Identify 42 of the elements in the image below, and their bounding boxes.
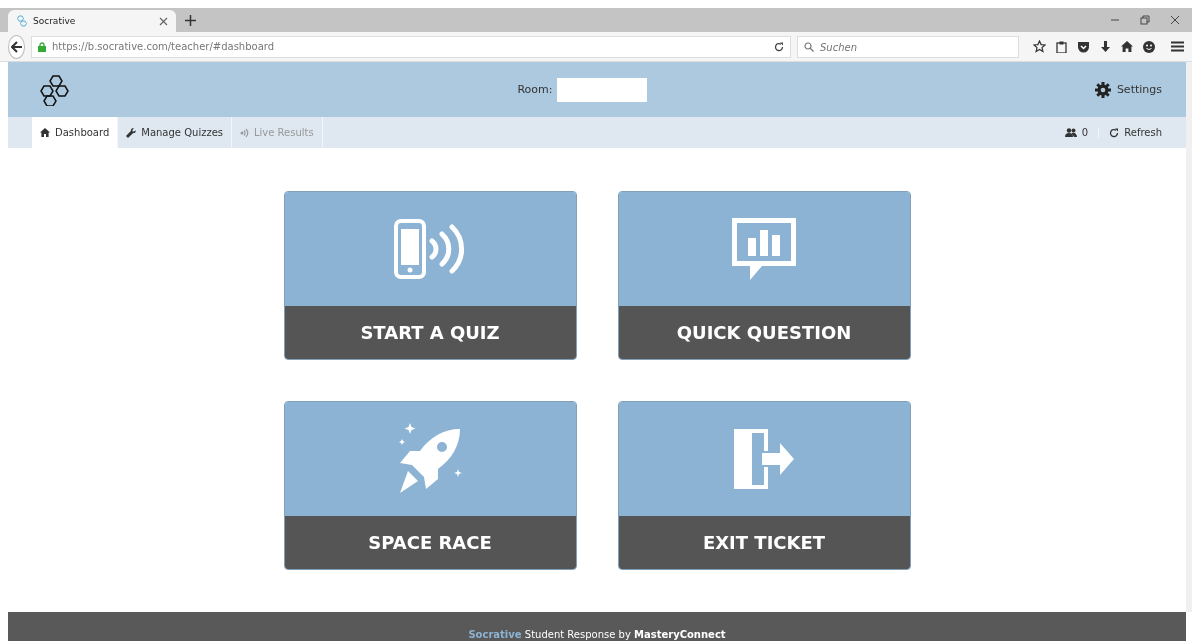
back-arrow-icon bbox=[10, 40, 23, 53]
browser-tab[interactable]: Socrative bbox=[8, 10, 176, 32]
search-field[interactable]: Suchen bbox=[797, 36, 1019, 58]
phone-signal-icon bbox=[394, 219, 466, 279]
home-icon bbox=[40, 128, 50, 137]
hexagon-logo-icon bbox=[16, 15, 27, 27]
restore-icon[interactable] bbox=[1140, 15, 1150, 25]
download-icon[interactable] bbox=[1100, 40, 1111, 53]
activity-tile[interactable]: QUICK QUESTION bbox=[617, 191, 911, 360]
reload-icon[interactable] bbox=[774, 41, 784, 52]
students-icon bbox=[1064, 128, 1077, 137]
search-icon bbox=[804, 41, 814, 52]
settings-button[interactable]: Settings bbox=[1094, 81, 1162, 98]
pocket-icon[interactable] bbox=[1077, 40, 1090, 53]
signal-icon bbox=[240, 127, 249, 138]
smiley-icon[interactable] bbox=[1143, 40, 1155, 53]
settings-icon bbox=[1094, 81, 1111, 98]
close-icon[interactable] bbox=[1170, 15, 1180, 25]
menu-icon[interactable] bbox=[1171, 41, 1184, 52]
hexagon-logo-icon[interactable] bbox=[40, 73, 70, 106]
lock-icon bbox=[38, 41, 46, 52]
new-tab-icon[interactable] bbox=[184, 14, 196, 26]
star-icon[interactable] bbox=[1033, 40, 1046, 53]
room-label: Room: bbox=[517, 83, 553, 96]
nav-tab[interactable]: Dashboard bbox=[32, 117, 119, 148]
exit-door-icon bbox=[732, 427, 796, 491]
activity-tile[interactable]: SPACE RACE bbox=[283, 401, 577, 570]
student-count: 0 bbox=[1081, 127, 1089, 138]
address-bar[interactable]: https://b.socrative.com/teacher/#dashboard bbox=[31, 35, 791, 58]
close-icon[interactable] bbox=[159, 16, 168, 26]
clipboard-icon[interactable] bbox=[1056, 40, 1067, 53]
activity-tile[interactable]: START A QUIZ bbox=[283, 191, 577, 360]
chart-bubble-icon bbox=[732, 218, 796, 280]
room-field[interactable] bbox=[557, 77, 648, 102]
back-button[interactable] bbox=[8, 34, 25, 59]
refresh-button[interactable]: Refresh bbox=[1099, 127, 1162, 138]
activity-tile[interactable]: EXIT TICKET bbox=[617, 401, 911, 570]
wrench-icon bbox=[126, 127, 137, 138]
footer-text: Socrative Student Response by MasteryConnect bbox=[468, 629, 726, 641]
refresh-icon bbox=[1109, 127, 1120, 138]
nav-tab[interactable]: Manage Quizzes bbox=[118, 117, 232, 148]
home-icon[interactable] bbox=[1121, 41, 1133, 52]
